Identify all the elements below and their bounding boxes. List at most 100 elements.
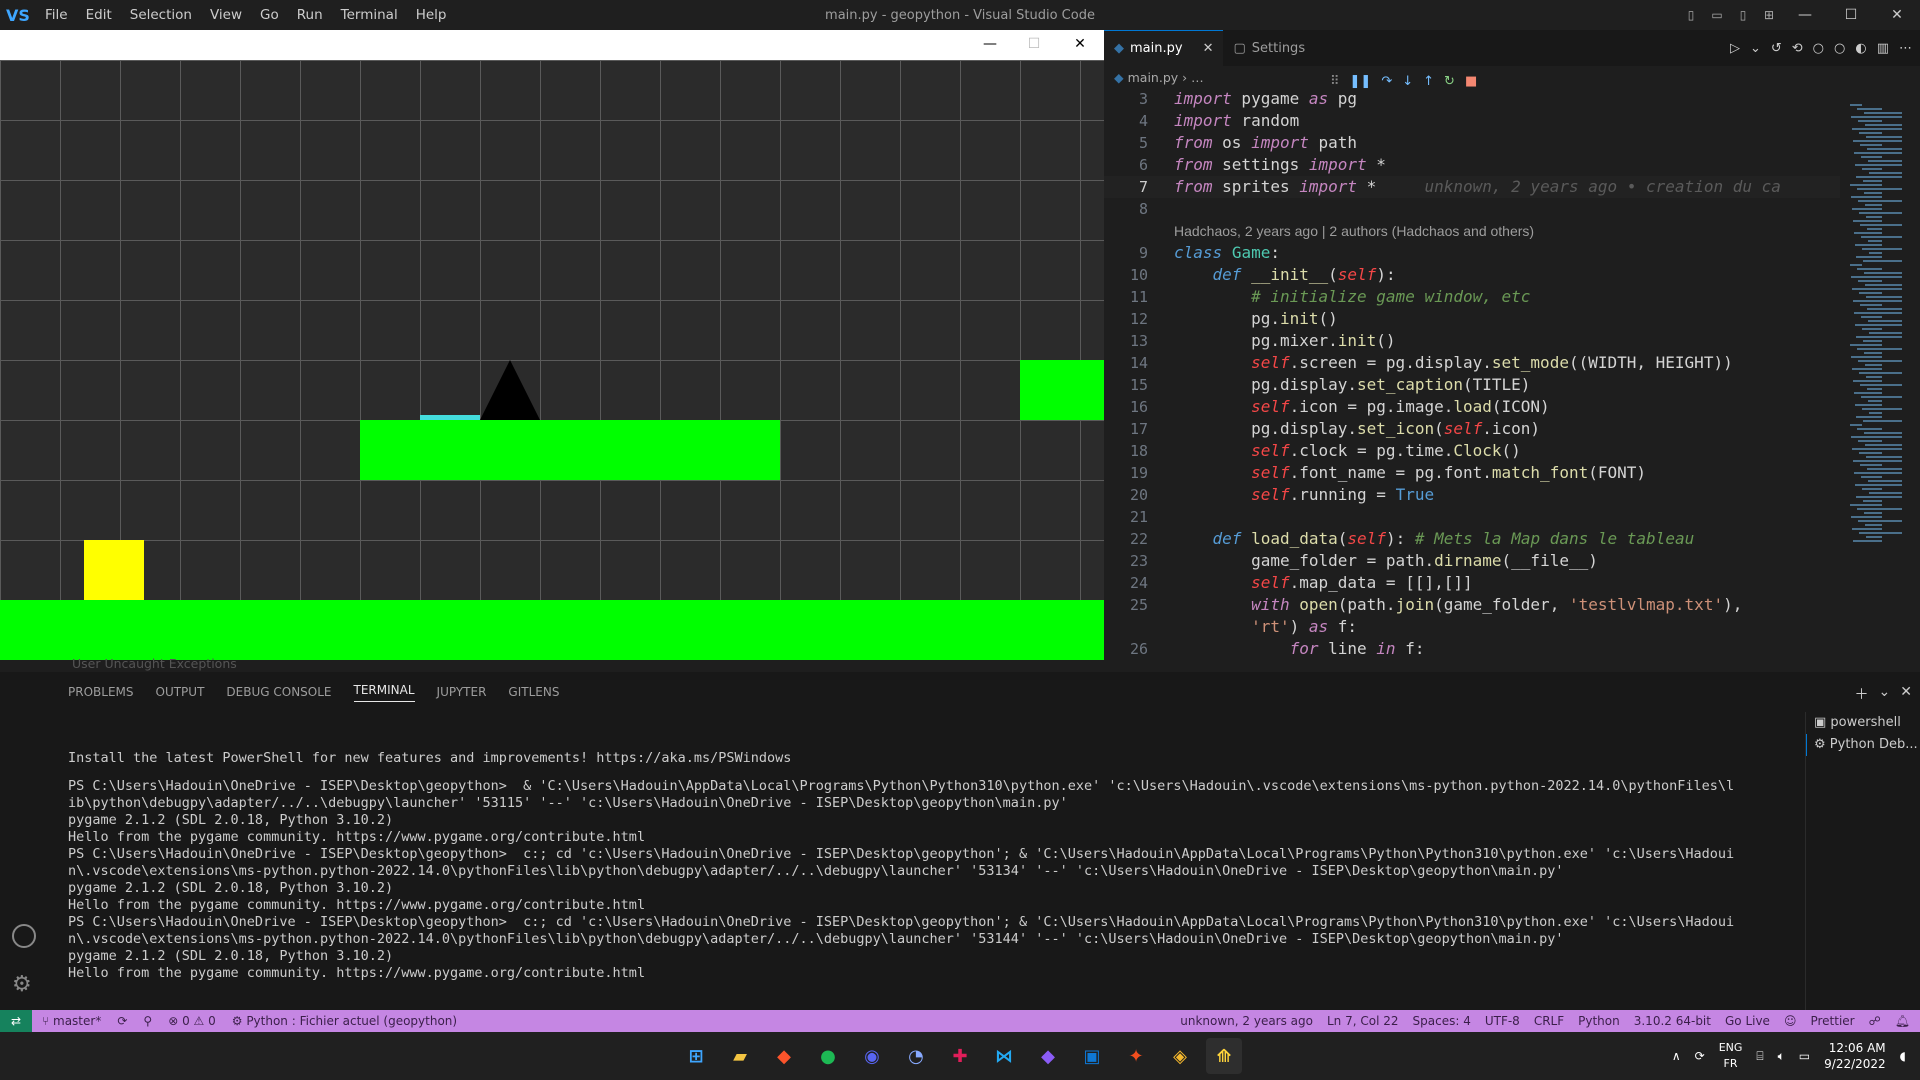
branch-status[interactable]: ⑂ master* (42, 1014, 101, 1028)
menu-file[interactable]: File (36, 7, 77, 23)
step-over-icon[interactable]: ↷ (1381, 74, 1392, 89)
go-live-button[interactable]: Go Live (1725, 1014, 1770, 1028)
feedback-icon[interactable]: ☍ (1869, 1014, 1881, 1028)
minimap-line (1852, 208, 1882, 210)
minimap-line (1863, 340, 1882, 342)
pause-icon[interactable]: ❚❚ (1350, 74, 1372, 89)
git-client-icon[interactable]: ◈ (1162, 1038, 1198, 1074)
minimize-button[interactable]: — (1782, 7, 1828, 23)
battery-icon[interactable]: ▭ (1799, 1049, 1810, 1063)
menu-terminal[interactable]: Terminal (332, 7, 407, 23)
file-explorer-icon[interactable]: ▰ (722, 1038, 758, 1074)
run-icon[interactable]: ▷ (1730, 41, 1740, 56)
chevron-down-icon[interactable]: ⌄ (1750, 41, 1761, 56)
chevron-down-icon[interactable]: ⌄ (1879, 684, 1891, 704)
discord-icon[interactable]: ◉ (854, 1038, 890, 1074)
close-panel-icon[interactable]: ✕ (1900, 684, 1912, 704)
terminal-output[interactable]: Install the latest PowerShell for new fe… (68, 750, 1748, 982)
menu-run[interactable]: Run (288, 7, 332, 23)
toggle-panel-icon[interactable]: ▭ (1706, 8, 1728, 22)
breadcrumb-file[interactable]: main.py (1128, 70, 1179, 85)
spotify-icon[interactable]: ● (810, 1038, 846, 1074)
show-hidden-icons-icon[interactable]: ∧ (1672, 1049, 1681, 1063)
notifications-bell-icon[interactable]: 🔔︎ (1895, 1014, 1910, 1028)
minimap-line (1851, 436, 1902, 438)
menu-help[interactable]: Help (407, 7, 456, 23)
terminal-item-python-debug[interactable]: ⚙ Python Deb... (1806, 734, 1920, 756)
undo-changes-icon[interactable]: ⟲ (1792, 41, 1803, 56)
tab-settings[interactable]: ▢ Settings (1223, 30, 1315, 66)
eol-status[interactable]: CRLF (1534, 1014, 1564, 1028)
step-into-icon[interactable]: ↓ (1402, 74, 1413, 89)
cursor-position[interactable]: Ln 7, Col 22 (1327, 1014, 1399, 1028)
indentation-status[interactable]: Spaces: 4 (1413, 1014, 1471, 1028)
outlook-icon[interactable]: ▣ (1074, 1038, 1110, 1074)
vscode-taskbar-icon[interactable]: ⋈ (986, 1038, 1022, 1074)
tab-main-py[interactable]: ◆ main.py ✕ (1104, 30, 1224, 66)
tab-gitlens[interactable]: GITLENS (508, 685, 559, 699)
language-mode[interactable]: Python (1578, 1014, 1620, 1028)
restore-button[interactable]: ☐ (1828, 7, 1874, 23)
step-out-icon[interactable]: ↑ (1423, 74, 1434, 89)
prettier-status[interactable]: Prettier (1810, 1014, 1854, 1028)
minimap[interactable] (1840, 88, 1920, 672)
git-graph-icon[interactable]: ⚲ (143, 1014, 152, 1028)
pygame-maximize-button[interactable]: ☐ (1012, 30, 1056, 60)
sync-tray-icon[interactable]: ⟳ (1695, 1049, 1705, 1063)
compare-previous-icon[interactable]: ○ (1813, 41, 1824, 56)
language-indicator[interactable]: ENG FR (1719, 1040, 1743, 1072)
encoding-status[interactable]: UTF-8 (1485, 1014, 1520, 1028)
code-view[interactable]: 3 import pygame as pg 4 import random 5 fro… (1104, 88, 1840, 672)
start-menu-icon[interactable]: ⊞ (678, 1038, 714, 1074)
menu-go[interactable]: Go (251, 7, 288, 23)
python-version[interactable]: 3.10.2 64-bit (1634, 1014, 1711, 1028)
menu-selection[interactable]: Selection (121, 7, 201, 23)
restart-icon[interactable]: ↻ (1444, 74, 1455, 89)
sync-icon[interactable]: ⟳ (117, 1014, 127, 1028)
terminal-item-powershell[interactable]: ▣ powershell (1814, 712, 1920, 734)
remote-icon[interactable]: ⇄ (0, 1010, 32, 1032)
menu-edit[interactable]: Edit (77, 7, 121, 23)
game-canvas[interactable] (0, 60, 1104, 660)
blame-status[interactable]: unknown, 2 years ago (1180, 1014, 1313, 1028)
python-app-icon[interactable]: ⟰ (1206, 1038, 1242, 1074)
more-actions-icon[interactable]: ⋯ (1899, 41, 1912, 56)
toggle-sidebar-icon[interactable]: ▯ (1680, 8, 1702, 22)
gitlens-icon[interactable]: ◐ (1855, 41, 1866, 56)
history-icon[interactable]: ↺ (1771, 41, 1782, 56)
pygame-close-button[interactable]: ✕ (1058, 30, 1102, 60)
clock-app-icon[interactable]: ◔ (898, 1038, 934, 1074)
compare-next-icon[interactable]: ○ (1834, 41, 1845, 56)
tab-problems[interactable]: PROBLEMS (68, 685, 134, 699)
figma-icon[interactable]: ✦ (1118, 1038, 1154, 1074)
problems-status[interactable]: ⊗ 0 ⚠ 0 (168, 1014, 216, 1028)
copilot-icon[interactable]: ☺ (1784, 1014, 1797, 1028)
stop-icon[interactable]: ■ (1465, 74, 1477, 89)
split-editor-icon[interactable]: ▥ (1877, 41, 1889, 56)
tab-output[interactable]: OUTPUT (156, 685, 205, 699)
close-window-button[interactable]: ✕ (1874, 7, 1920, 23)
menu-view[interactable]: View (201, 7, 251, 23)
breadcrumb-symbol[interactable]: … (1191, 70, 1204, 85)
notifications-icon[interactable]: ◖ (1900, 1049, 1906, 1063)
manage-gear-icon[interactable]: ⚙ (12, 972, 32, 997)
tab-jupyter[interactable]: JUPYTER (437, 685, 487, 699)
tab-debug-console[interactable]: DEBUG CONSOLE (226, 685, 331, 699)
drag-handle-icon[interactable]: ⠿ (1330, 74, 1340, 89)
network-icon[interactable]: ⌸ (1756, 1049, 1763, 1064)
toggle-secondary-sidebar-icon[interactable]: ▯ (1732, 8, 1754, 22)
debug-config-status[interactable]: ⚙ Python : Fichier actuel (geopython) (232, 1014, 457, 1028)
gitlens-codelens[interactable]: Hadchaos, 2 years ago | 2 authors (Hadch… (1104, 220, 1840, 242)
new-terminal-icon[interactable]: ＋ (1855, 684, 1869, 704)
pygame-window[interactable]: — ☐ ✕ (0, 30, 1104, 660)
brave-browser-icon[interactable]: ◆ (766, 1038, 802, 1074)
account-icon[interactable] (12, 924, 36, 948)
tab-terminal[interactable]: TERMINAL (353, 683, 415, 702)
close-tab-icon[interactable]: ✕ (1203, 41, 1214, 56)
obsidian-icon[interactable]: ◆ (1030, 1038, 1066, 1074)
pygame-minimize-button[interactable]: — (968, 30, 1012, 60)
slack-icon[interactable]: ✚ (942, 1038, 978, 1074)
taskbar-clock[interactable]: 12:06 AM 9/22/2022 (1824, 1040, 1886, 1072)
customize-layout-icon[interactable]: ⊞ (1758, 8, 1780, 22)
volume-icon[interactable]: 🔈︎ (1778, 1049, 1785, 1064)
